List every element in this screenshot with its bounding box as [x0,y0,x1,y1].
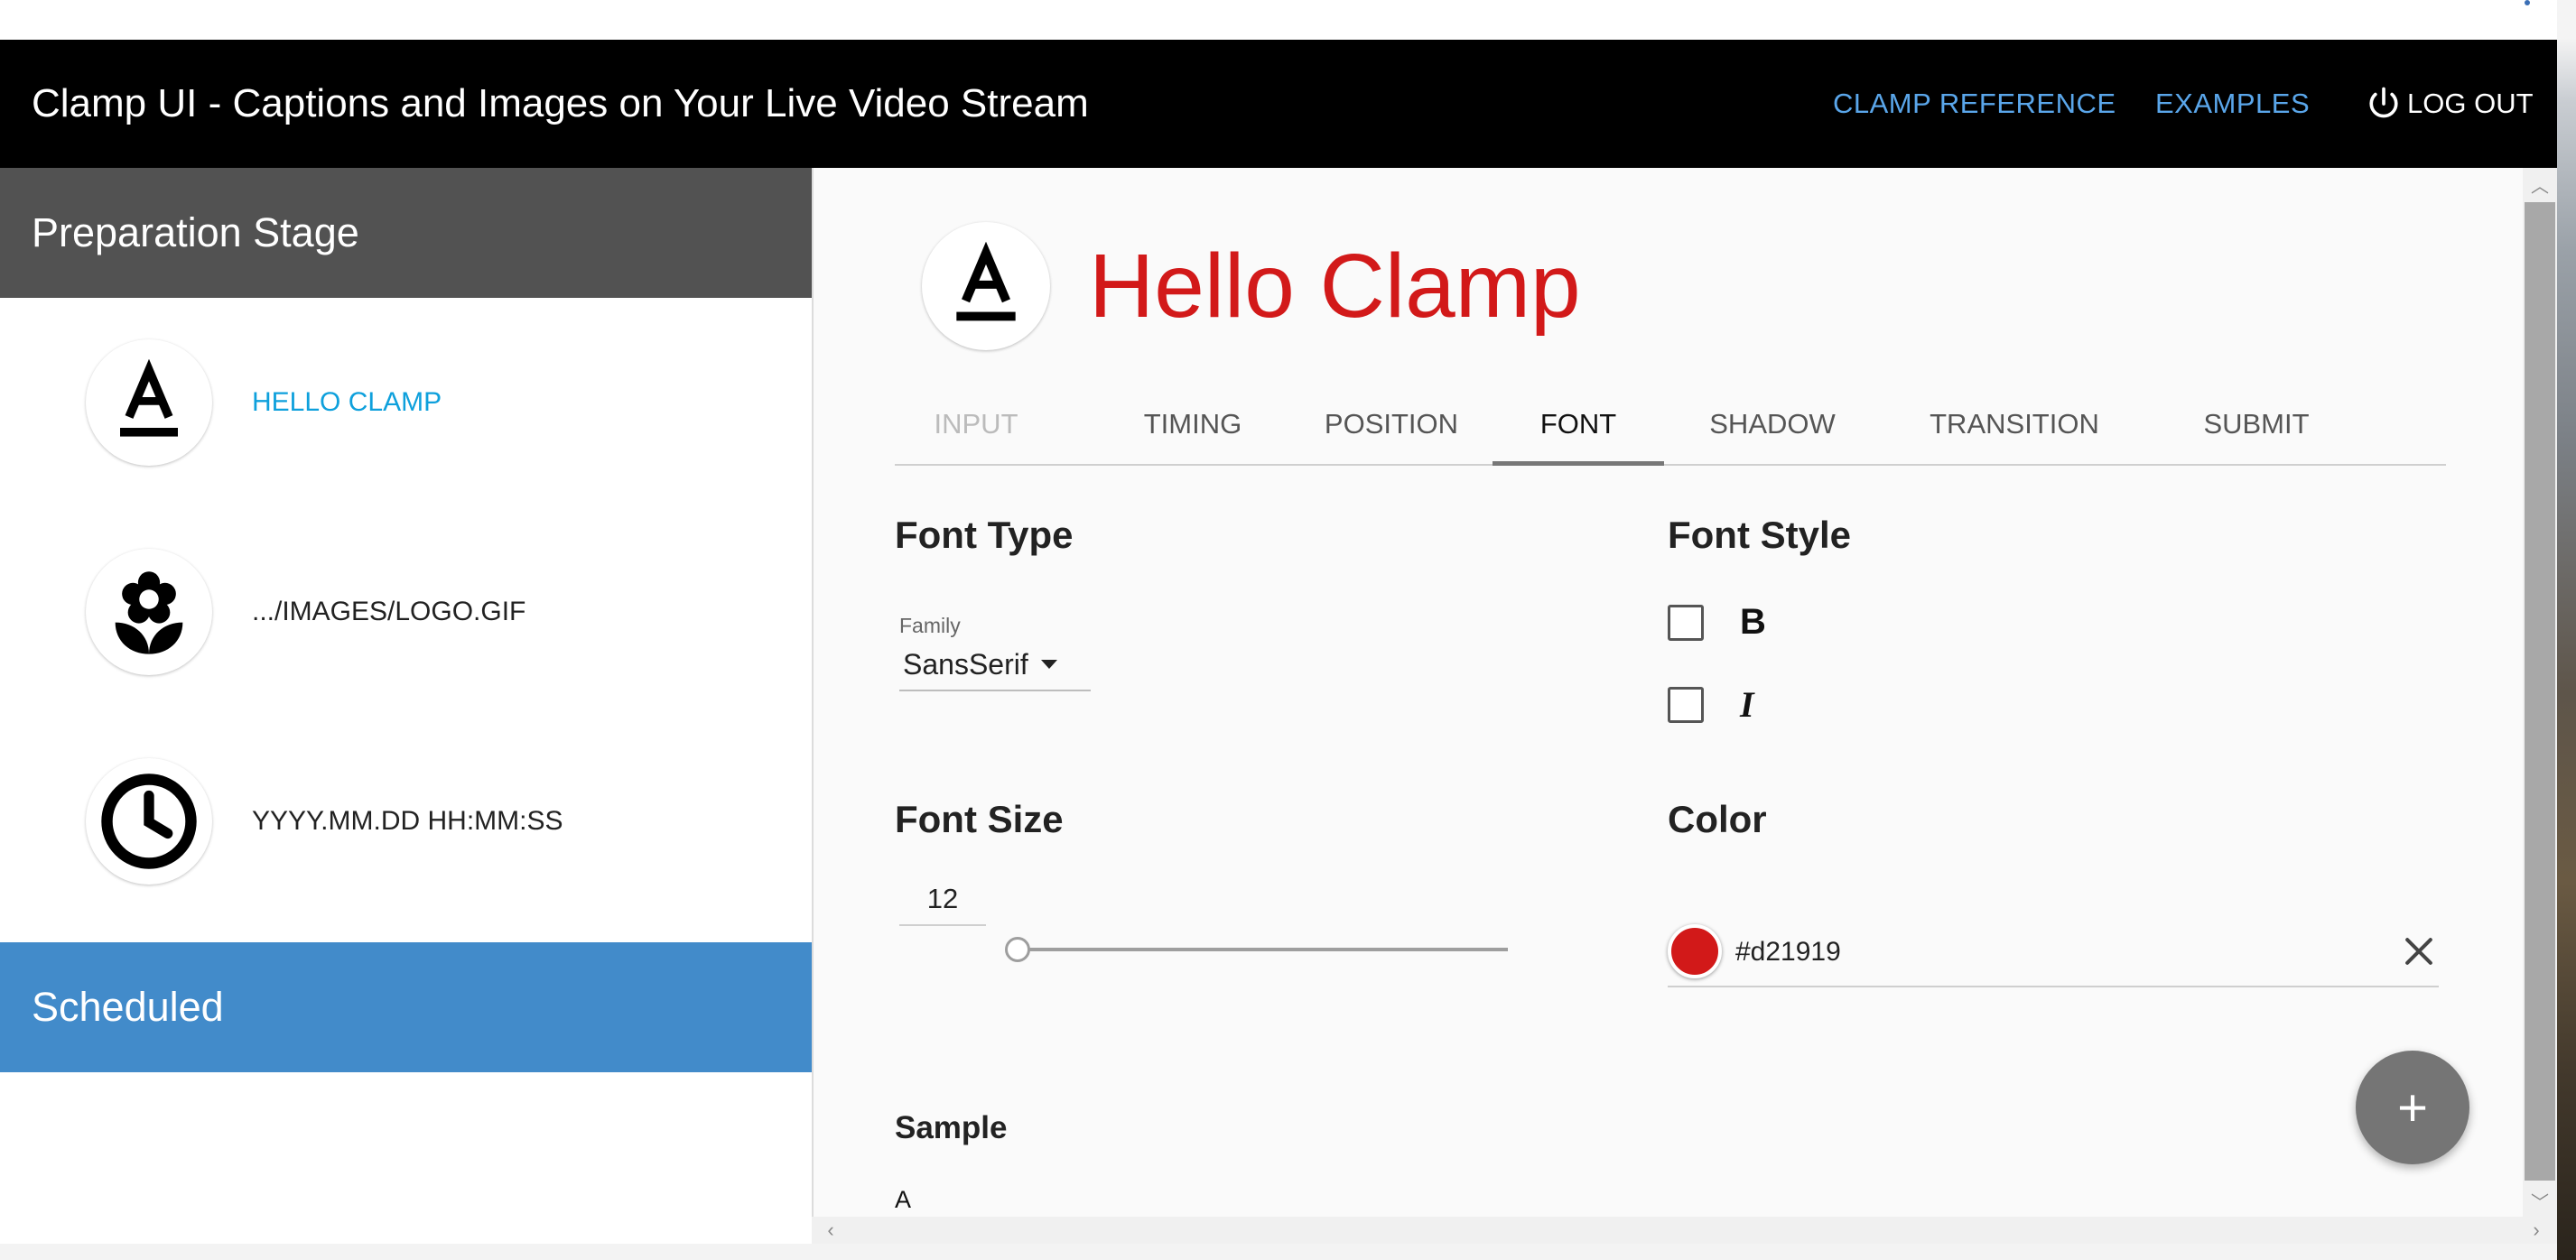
scheduled-label: Scheduled [32,984,224,1030]
close-icon[interactable] [2399,931,2439,971]
background-photo-edge [2557,0,2576,1260]
font-size-slider-thumb[interactable] [1005,937,1030,962]
indicator-dot [2525,0,2530,5]
horizontal-scrollbar[interactable]: ‹ › [812,1217,2557,1244]
font-type-title: Font Type [895,514,1074,556]
sidebar-item-hello-clamp[interactable]: HELLO CLAMP [0,312,812,493]
browser-top-strip [0,0,2576,40]
flower-icon [86,549,212,675]
sidebar: Preparation Stage HELLO CLAMP .../IMAGES… [0,168,812,1260]
power-icon [2369,87,2398,118]
sidebar-item-label: .../IMAGES/LOGO.GIF [252,597,526,626]
bold-label: B [1740,602,1766,642]
color-swatch[interactable] [1668,924,1722,978]
tab-transition[interactable]: TRANSITION [1888,384,2141,464]
scheduled-header[interactable]: Scheduled [0,942,812,1072]
text-format-icon [86,339,212,466]
scroll-down-icon[interactable]: ﹀ [2523,1184,2557,1217]
logout-button[interactable]: LOG OUT [2364,40,2534,168]
family-label: Family [899,614,961,637]
sidebar-item-label: YYYY.MM.DD HH:MM:SS [252,806,563,836]
scroll-up-icon[interactable]: ︿ [2523,168,2557,200]
clock-icon [86,758,212,885]
italic-checkbox[interactable] [1668,686,1704,723]
nav-examples-link[interactable]: EXAMPLES [2155,40,2310,168]
sidebar-item-label: HELLO CLAMP [252,387,442,417]
color-title: Color [1668,798,1767,840]
scroll-right-icon[interactable]: › [2523,1217,2550,1244]
editor-tabs: INPUT TIMING POSITION FONT SHADOW TRANSI… [895,384,2446,466]
preparation-stage-header[interactable]: Preparation Stage [0,168,812,298]
vertical-scrollbar-thumb[interactable] [2525,202,2555,1181]
vertical-scrollbar[interactable]: ︿ ﹀ [2523,168,2557,1217]
chevron-down-icon [1040,660,1057,669]
font-style-title: Font Style [1668,514,1852,556]
tab-shadow[interactable]: SHADOW [1682,384,1863,464]
app-title: Clamp UI - Captions and Images on Your L… [32,81,1089,125]
sidebar-item-logo[interactable]: .../IMAGES/LOGO.GIF [0,522,812,702]
text-format-icon [922,222,1050,350]
caption-title: Hello Clamp [1089,236,1581,337]
color-value: #d21919 [1735,937,1841,967]
sidebar-item-datetime[interactable]: YYYY.MM.DD HH:MM:SS [0,731,812,912]
color-field[interactable]: #d21919 [1668,919,2439,987]
tab-input[interactable]: INPUT [922,384,1030,464]
font-family-select[interactable]: SansSerif [899,639,1091,691]
italic-checkbox-row[interactable]: I [1668,683,1754,726]
tab-submit[interactable]: SUBMIT [2166,384,2347,464]
editor-panel: Hello Clamp INPUT TIMING POSITION FONT S… [812,168,2523,1217]
italic-label: I [1740,684,1754,725]
font-size-title: Font Size [895,798,1064,840]
preparation-stage-label: Preparation Stage [32,209,359,255]
font-family-value: SansSerif [903,647,1028,681]
scroll-left-icon[interactable]: ‹ [817,1217,844,1244]
nav-clamp-reference-link[interactable]: CLAMP REFERENCE [1833,40,2116,168]
bold-checkbox[interactable] [1668,604,1704,641]
tab-font[interactable]: FONT [1493,384,1664,466]
sample-title: Sample [895,1110,1008,1145]
font-size-input[interactable]: 12 [899,874,986,926]
add-button[interactable]: + [2356,1051,2469,1164]
font-size-slider-track[interactable] [1018,948,1508,951]
bottom-strip [0,1244,2576,1260]
app-bar: Clamp UI - Captions and Images on Your L… [0,40,2557,168]
logout-label: LOG OUT [2407,88,2534,119]
bold-checkbox-row[interactable]: B [1668,602,1766,643]
sample-text: A [895,1186,912,1213]
